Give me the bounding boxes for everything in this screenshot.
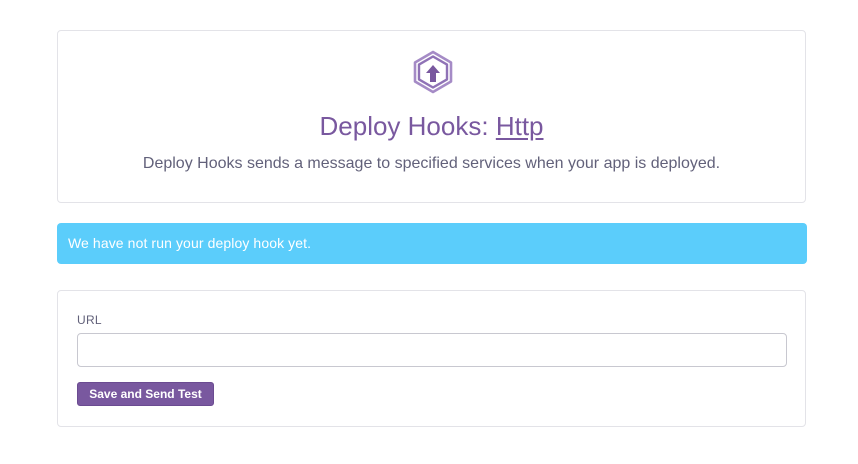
http-link[interactable]: Http	[496, 111, 544, 141]
save-and-send-test-button[interactable]: Save and Send Test	[77, 382, 214, 406]
status-alert: We have not run your deploy hook yet.	[57, 223, 807, 264]
deploy-hook-form-card: URL Save and Send Test	[57, 290, 806, 427]
page-description: Deploy Hooks sends a message to specifie…	[142, 155, 721, 172]
deploy-hooks-header-card: Deploy Hooks: Http Deploy Hooks sends a …	[57, 30, 806, 203]
url-label: URL	[77, 313, 102, 327]
deploy-hook-upload-icon	[413, 50, 453, 94]
page-title: Deploy Hooks: Http	[58, 111, 805, 141]
url-input[interactable]	[77, 333, 787, 367]
title-prefix: Deploy Hooks:	[319, 111, 496, 141]
